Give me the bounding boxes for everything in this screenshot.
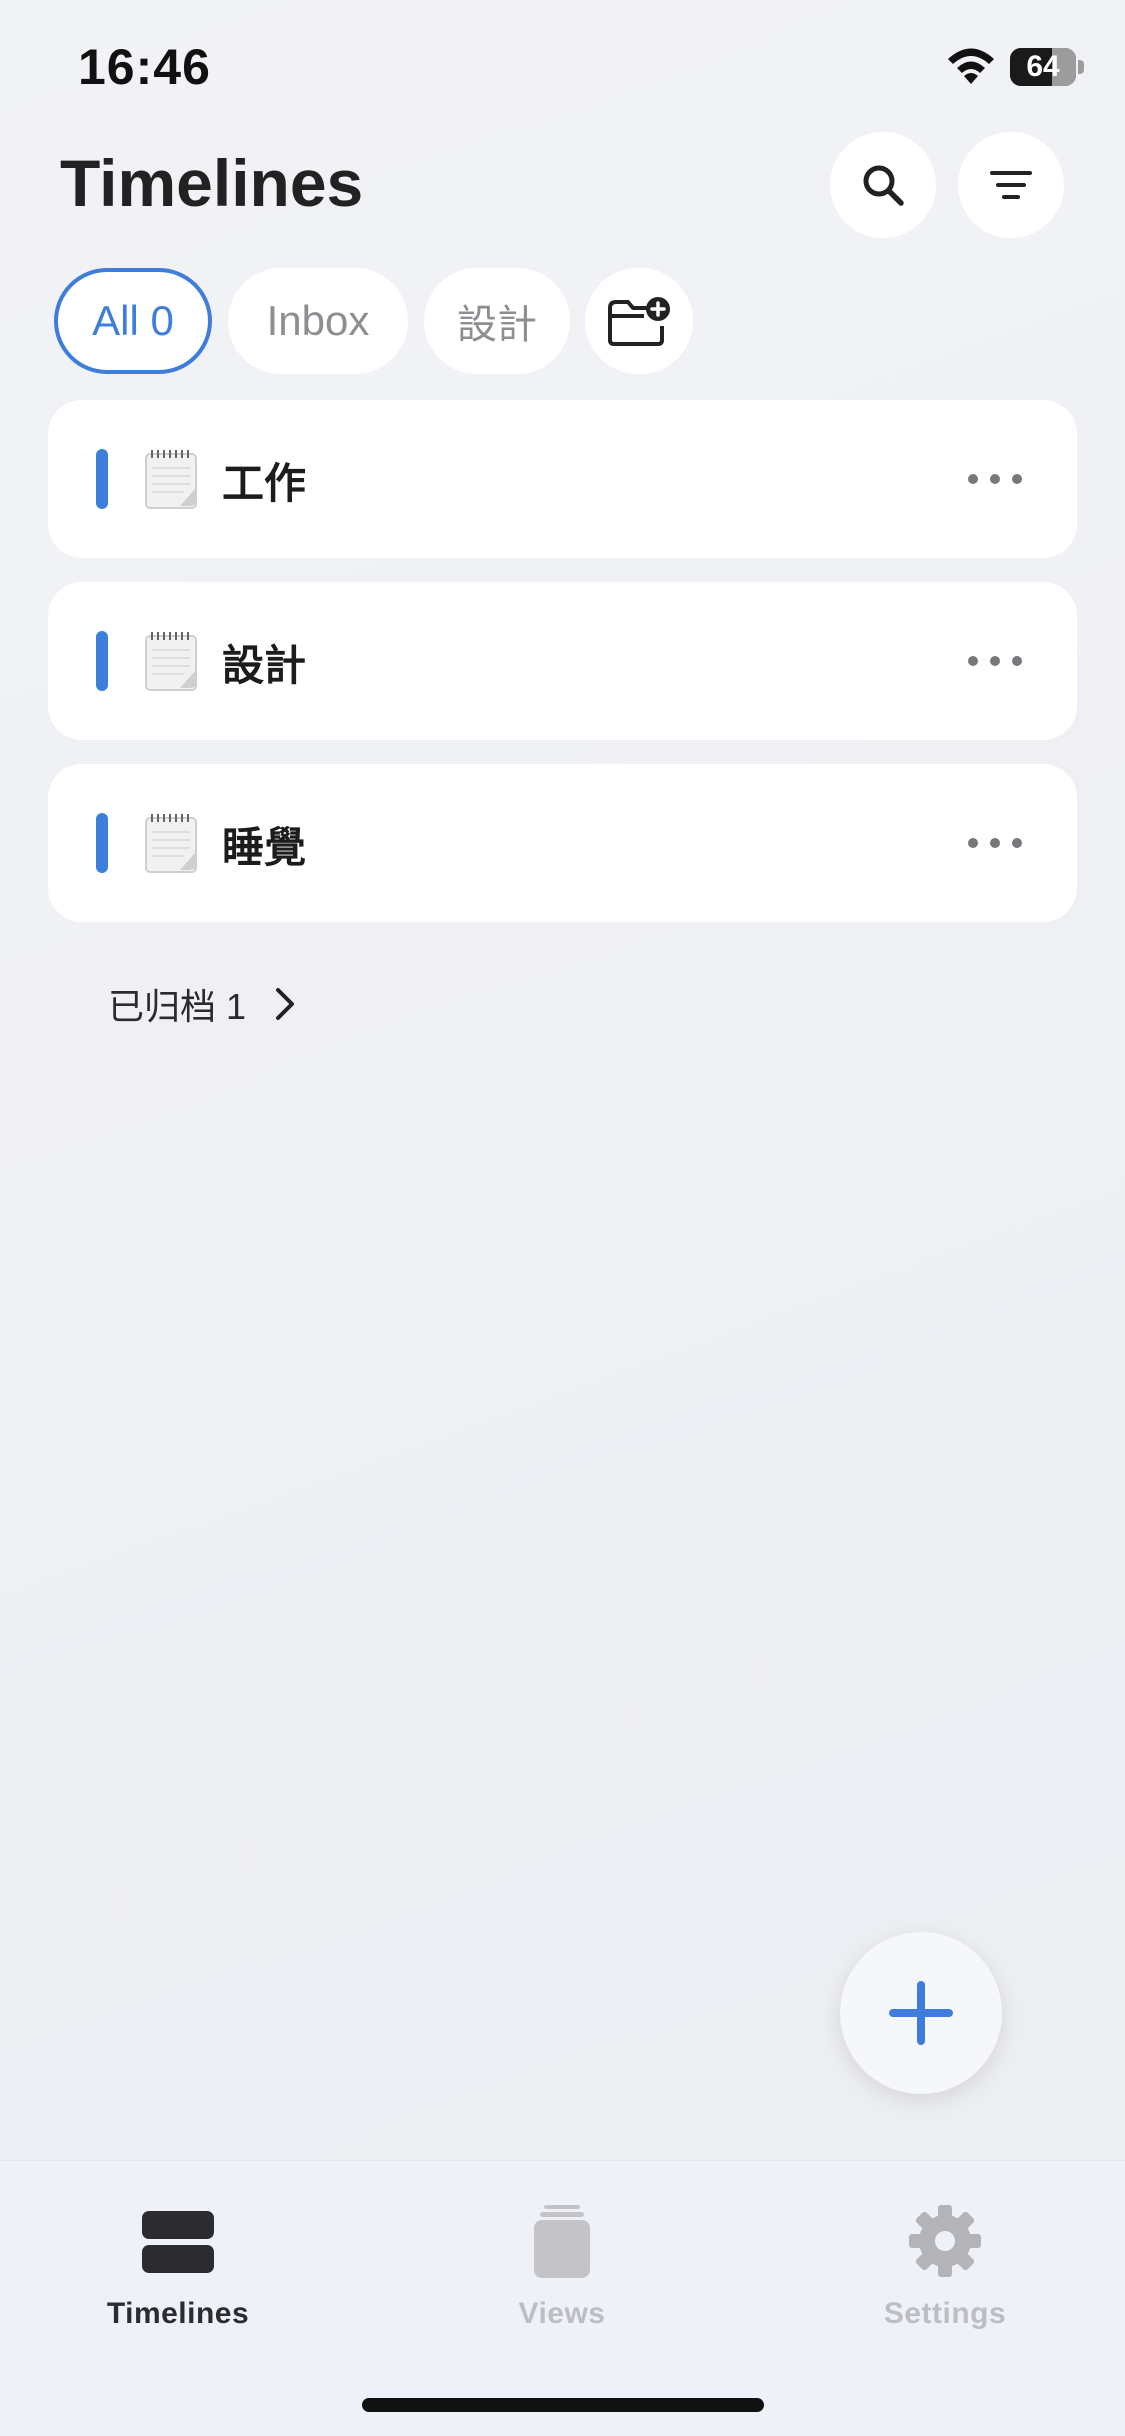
archived-label: 已归档 1 bbox=[108, 986, 247, 1027]
search-button[interactable] bbox=[830, 132, 936, 238]
filter-chip-design[interactable]: 設計 bbox=[424, 268, 570, 374]
archived-link[interactable]: 已归档 1 bbox=[108, 978, 302, 1030]
chevron-right-icon bbox=[276, 988, 295, 1020]
timeline-card[interactable]: 工作 bbox=[48, 400, 1077, 558]
timeline-color-bar bbox=[96, 813, 108, 873]
tab-label: Views bbox=[518, 2297, 606, 2330]
notepad-icon bbox=[145, 450, 197, 509]
filter-chip-inbox[interactable]: Inbox bbox=[228, 268, 408, 374]
plus-icon bbox=[889, 1981, 953, 2045]
filter-button[interactable] bbox=[958, 132, 1064, 238]
wifi-icon bbox=[948, 48, 994, 84]
folder-plus-icon bbox=[608, 297, 670, 346]
status-bar: 16:46 64 bbox=[0, 0, 1125, 140]
add-folder-button[interactable] bbox=[585, 268, 693, 374]
filter-icon bbox=[990, 171, 1032, 199]
battery-cap bbox=[1078, 60, 1084, 74]
more-options-icon[interactable] bbox=[968, 828, 1022, 858]
timeline-title: 睡覺 bbox=[222, 824, 307, 871]
filter-chip-all[interactable]: All 0 bbox=[54, 268, 212, 374]
views-icon bbox=[534, 2205, 590, 2278]
tab-bar: Timelines Views Settings bbox=[0, 2160, 1125, 2436]
timeline-card[interactable]: 設計 bbox=[48, 582, 1077, 740]
timeline-color-bar bbox=[96, 631, 108, 691]
timeline-title: 設計 bbox=[222, 642, 307, 689]
add-timeline-button[interactable] bbox=[840, 1932, 1002, 2094]
timeline-title: 工作 bbox=[222, 460, 307, 507]
home-indicator bbox=[362, 2398, 764, 2412]
page-title: Timelines bbox=[60, 146, 364, 220]
battery-icon: 64 bbox=[1010, 48, 1076, 86]
timeline-color-bar bbox=[96, 449, 108, 509]
timelines-icon bbox=[142, 2211, 214, 2273]
search-icon bbox=[863, 165, 904, 206]
more-options-icon[interactable] bbox=[968, 646, 1022, 676]
tab-label: Settings bbox=[883, 2297, 1007, 2330]
more-options-icon[interactable] bbox=[968, 464, 1022, 494]
tab-timelines[interactable]: Timelines bbox=[48, 2201, 308, 2361]
timeline-card[interactable]: 睡覺 bbox=[48, 764, 1077, 922]
tab-settings[interactable]: Settings bbox=[815, 2201, 1075, 2361]
tab-views[interactable]: Views bbox=[432, 2201, 692, 2361]
tab-label: Timelines bbox=[106, 2297, 250, 2330]
notepad-icon bbox=[145, 632, 197, 691]
status-time: 16:46 bbox=[78, 39, 211, 95]
battery-level: 64 bbox=[1026, 50, 1060, 83]
notepad-icon bbox=[145, 814, 197, 873]
gear-icon bbox=[909, 2205, 981, 2277]
